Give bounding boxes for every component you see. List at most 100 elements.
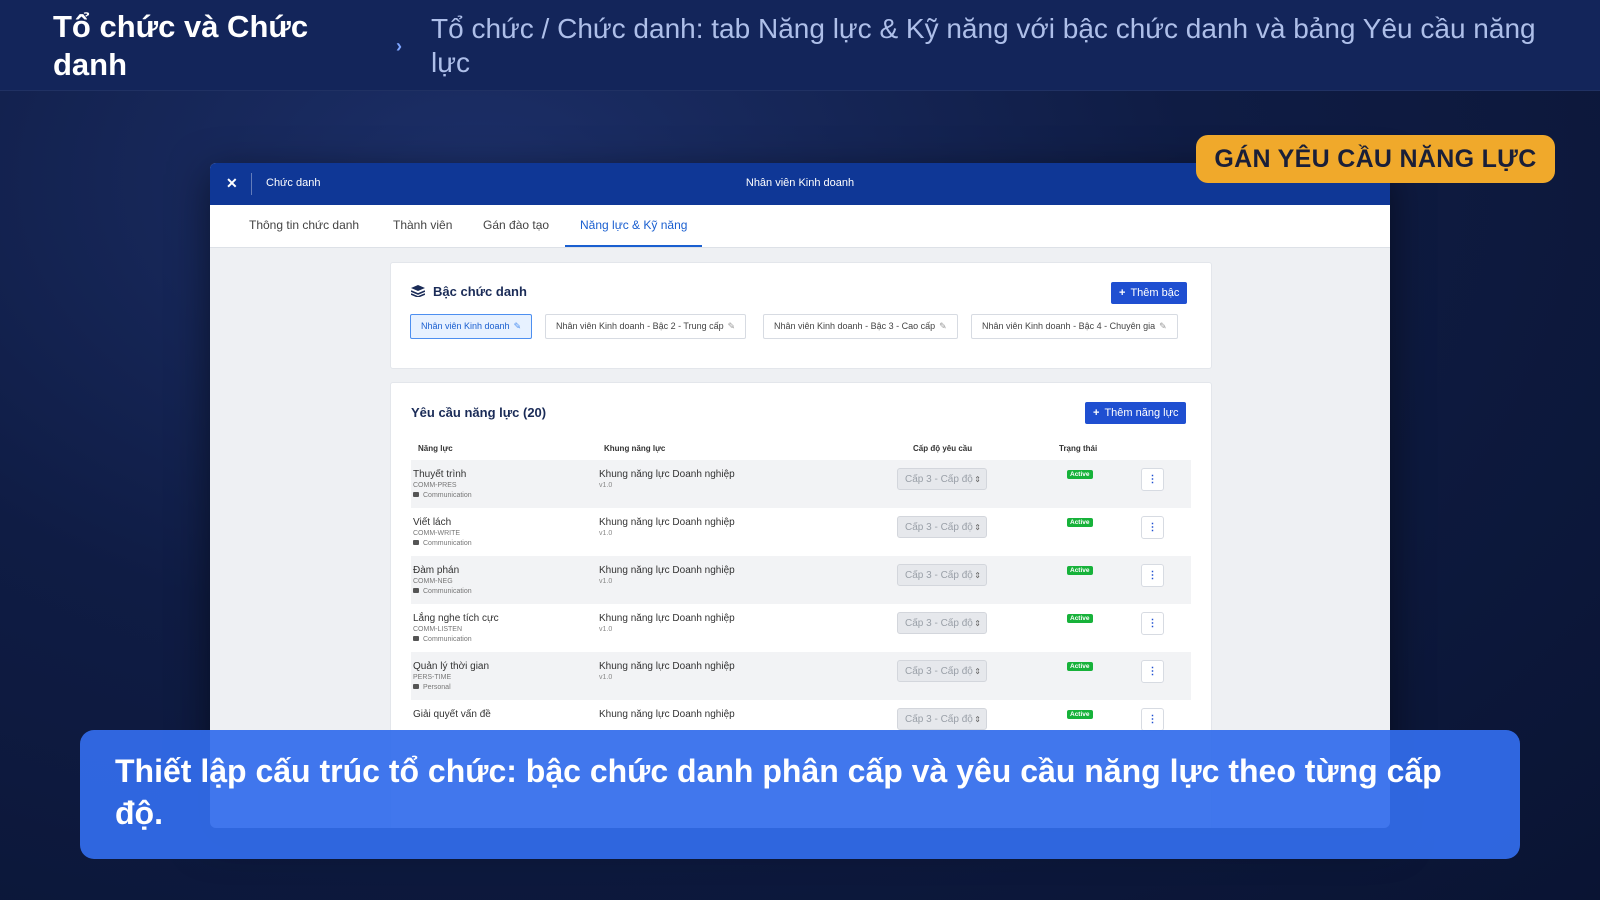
framework-version: v1.0	[599, 626, 613, 633]
folder-icon	[413, 492, 419, 497]
more-actions-icon[interactable]: ⋮	[1141, 564, 1164, 587]
chevron-right-icon: ›	[396, 36, 402, 56]
level-select-value: Cấp 3 - Cấp độ	[905, 474, 973, 485]
plus-icon: +	[1093, 407, 1100, 419]
table-header: Năng lực Khung năng lực Cấp độ yêu cầu T…	[411, 436, 1191, 461]
competency-category: Communication	[413, 492, 472, 499]
folder-icon	[413, 540, 419, 545]
competency-name: Viết lách	[413, 517, 452, 528]
framework-version: v1.0	[599, 530, 613, 537]
add-level-label: Thêm bậc	[1130, 287, 1180, 299]
status-badge: Active	[1067, 710, 1093, 719]
competency-category: Personal	[413, 684, 451, 691]
folder-icon	[413, 636, 419, 641]
sort-caret-icon: ⇕	[974, 619, 981, 628]
level-select-value: Cấp 3 - Cấp độ	[905, 618, 973, 629]
col-required-level: Cấp độ yêu cầu	[913, 444, 973, 453]
competency-name: Đàm phán	[413, 565, 460, 576]
category-label: Communication	[423, 540, 472, 547]
feature-badge: GÁN YÊU CẦU NĂNG LỰC	[1196, 135, 1555, 183]
level-chip-4[interactable]: Nhân viên Kinh doanh - Bậc 4 - Chuyên gi…	[971, 314, 1178, 339]
page-description: Tổ chức / Chức danh: tab Năng lực & Kỹ n…	[431, 13, 1536, 78]
col-competency: Năng lực	[418, 444, 453, 453]
competency-code: COMM-LISTEN	[413, 626, 462, 633]
col-status: Trạng thái	[1059, 444, 1098, 453]
category-label: Communication	[423, 588, 472, 595]
framework-version: v1.0	[599, 482, 613, 489]
table-row: Viết lách COMM-WRITE Communication Khung…	[411, 508, 1191, 556]
competency-category: Communication	[413, 540, 472, 547]
pencil-icon[interactable]: ✎	[728, 321, 736, 331]
level-chip-1[interactable]: Nhân viên Kinh doanh ✎	[410, 314, 533, 339]
level-chip-label: Nhân viên Kinh doanh - Bậc 2 - Trung cấp	[556, 321, 724, 331]
folder-icon	[413, 588, 419, 593]
tab-training[interactable]: Gán đào tạo	[468, 205, 564, 245]
more-actions-icon[interactable]: ⋮	[1141, 468, 1164, 491]
requirements-title: Yêu cầu năng lực (20)	[411, 405, 547, 420]
add-competency-label: Thêm năng lực	[1104, 407, 1179, 419]
competency-name: Thuyết trình	[413, 469, 467, 480]
pencil-icon[interactable]: ✎	[1159, 321, 1167, 331]
more-actions-icon[interactable]: ⋮	[1141, 660, 1164, 683]
category-label: Communication	[423, 636, 472, 643]
framework-name: Khung năng lực Doanh nghiệp	[599, 661, 735, 672]
tab-competency-skills[interactable]: Năng lực & Kỹ năng	[565, 205, 703, 247]
section-title: Tổ chức và Chức danh	[53, 9, 309, 82]
table-row: Quản lý thời gian PERS-TIME Personal Khu…	[411, 652, 1191, 700]
framework-name: Khung năng lực Doanh nghiệp	[599, 565, 735, 576]
tab-job-info[interactable]: Thông tin chức danh	[234, 205, 374, 245]
competency-code: PERS-TIME	[413, 674, 452, 681]
layers-icon	[410, 284, 426, 302]
framework-name: Khung năng lực Doanh nghiệp	[599, 517, 735, 528]
tab-bar: Thông tin chức danh Thành viên Gán đào t…	[210, 205, 1390, 248]
competency-name: Giải quyết vấn đề	[413, 709, 491, 720]
add-competency-button[interactable]: + Thêm năng lực	[1085, 402, 1187, 424]
top-header: Tổ chức và Chức danh › Tổ chức / Chức da…	[0, 0, 1600, 91]
sort-caret-icon: ⇕	[974, 523, 981, 532]
sort-caret-icon: ⇕	[974, 571, 981, 580]
status-badge: Active	[1067, 566, 1093, 575]
level-select-value: Cấp 3 - Cấp độ	[905, 666, 973, 677]
pencil-icon[interactable]: ✎	[514, 321, 522, 331]
level-select[interactable]: Cấp 3 - Cấp độ ⇕	[897, 708, 987, 730]
framework-version: v1.0	[599, 578, 613, 585]
caption-text: Thiết lập cấu trúc tổ chức: bậc chức dan…	[115, 753, 1442, 831]
competency-code: COMM-NEG	[413, 578, 453, 585]
competency-category: Communication	[413, 636, 472, 643]
competency-category: Communication	[413, 588, 472, 595]
level-select[interactable]: Cấp 3 - Cấp độ ⇕	[897, 468, 987, 490]
framework-name: Khung năng lực Doanh nghiệp	[599, 709, 735, 720]
status-badge: Active	[1067, 614, 1093, 623]
level-select[interactable]: Cấp 3 - Cấp độ ⇕	[897, 660, 987, 682]
level-chip-3[interactable]: Nhân viên Kinh doanh - Bậc 3 - Cao cấp ✎	[763, 314, 958, 339]
pencil-icon[interactable]: ✎	[939, 321, 947, 331]
levels-title: Bậc chức danh	[433, 284, 527, 299]
table-row: Lắng nghe tích cực COMM-LISTEN Communica…	[411, 604, 1191, 652]
competency-code: COMM-WRITE	[413, 530, 461, 537]
sort-caret-icon: ⇕	[974, 715, 981, 724]
level-select[interactable]: Cấp 3 - Cấp độ ⇕	[897, 564, 987, 586]
framework-name: Khung năng lực Doanh nghiệp	[599, 469, 735, 480]
caption-banner: Thiết lập cấu trúc tổ chức: bậc chức dan…	[80, 730, 1520, 859]
sort-caret-icon: ⇕	[974, 475, 981, 484]
tab-members[interactable]: Thành viên	[378, 205, 467, 245]
level-chip-label: Nhân viên Kinh doanh - Bậc 4 - Chuyên gi…	[982, 321, 1156, 331]
folder-icon	[413, 684, 419, 689]
level-select[interactable]: Cấp 3 - Cấp độ ⇕	[897, 516, 987, 538]
competency-code: COMM-PRES	[413, 482, 457, 489]
add-level-button[interactable]: + Thêm bậc	[1111, 282, 1188, 304]
category-label: Personal	[423, 684, 451, 691]
level-select-value: Cấp 3 - Cấp độ	[905, 570, 973, 581]
competency-name: Lắng nghe tích cực	[413, 613, 499, 624]
level-chip-2[interactable]: Nhân viên Kinh doanh - Bậc 2 - Trung cấp…	[545, 314, 747, 339]
framework-name: Khung năng lực Doanh nghiệp	[599, 613, 735, 624]
app-window: ✕ Chức danh Nhân viên Kinh doanh Thông t…	[210, 163, 1390, 828]
level-chip-label: Nhân viên Kinh doanh	[421, 321, 510, 331]
level-select[interactable]: Cấp 3 - Cấp độ ⇕	[897, 612, 987, 634]
more-actions-icon[interactable]: ⋮	[1141, 516, 1164, 539]
level-select-value: Cấp 3 - Cấp độ	[905, 522, 973, 533]
more-actions-icon[interactable]: ⋮	[1141, 612, 1164, 635]
more-actions-icon[interactable]: ⋮	[1141, 708, 1164, 731]
category-label: Communication	[423, 492, 472, 499]
sort-caret-icon: ⇕	[974, 667, 981, 676]
